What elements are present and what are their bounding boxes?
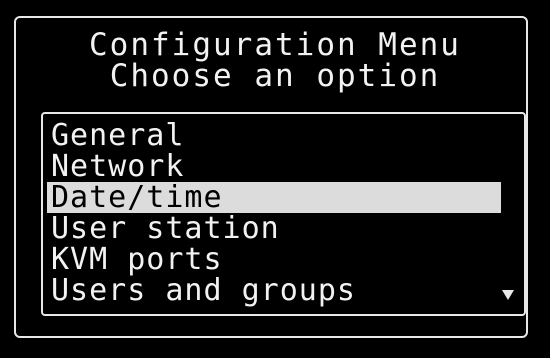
option-list-items: General Network Date/time User station K… xyxy=(47,120,501,306)
menu-item-users-and-groups[interactable]: Users and groups xyxy=(47,275,501,306)
menu-title: Configuration Menu xyxy=(89,27,461,63)
menu-item-general[interactable]: General xyxy=(47,120,501,151)
menu-item-date-time[interactable]: Date/time xyxy=(47,182,501,213)
menu-subtitle: Choose an option xyxy=(109,58,441,94)
osd-screen: Configuration Menu Choose an option Gene… xyxy=(0,0,550,358)
menu-item-user-station[interactable]: User station xyxy=(47,213,501,244)
option-list: General Network Date/time User station K… xyxy=(41,112,526,316)
scroll-down-icon[interactable] xyxy=(502,290,514,300)
menu-item-network[interactable]: Network xyxy=(47,151,501,182)
menu-item-kvm-ports[interactable]: KVM ports xyxy=(47,244,501,275)
